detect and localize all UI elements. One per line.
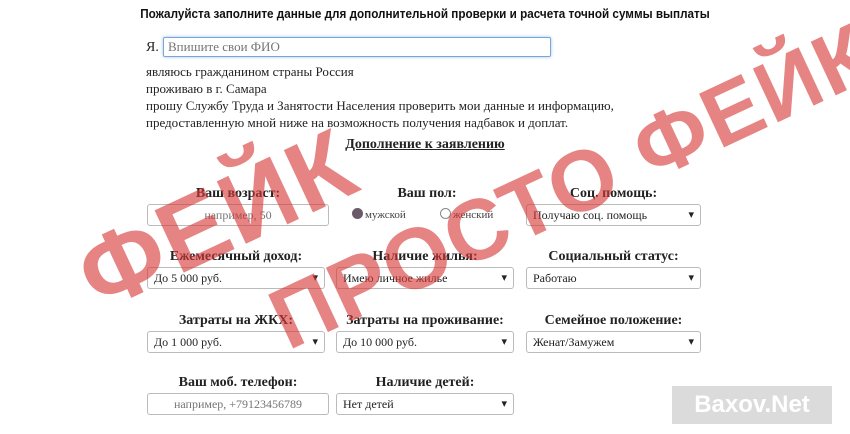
age-label: Ваш возраст: [195, 186, 281, 201]
housing-label: Наличие жилья: [372, 249, 478, 264]
living-costs-select[interactable]: До 10 000 руб. [336, 331, 514, 353]
citizen-text: являюсь гражданином страны [146, 64, 313, 79]
residence-line: проживаю в г. Самара [146, 80, 267, 97]
social-help-label: Соц. помощь: [569, 186, 658, 201]
living-costs-value: До 10 000 руб. [343, 335, 417, 349]
social-help-select[interactable]: Получаю соц. помощь [526, 204, 701, 226]
gender-radio-male[interactable]: мужской [352, 208, 406, 221]
phone-label: Ваш моб. телефон: [178, 375, 298, 390]
utility-costs-select[interactable]: До 1 000 руб. [147, 331, 325, 353]
radio-empty-icon [440, 208, 451, 219]
children-label: Наличие детей: [375, 375, 475, 390]
children-select[interactable]: Нет детей [336, 393, 514, 415]
utility-costs-label: Затраты на ЖКХ: [178, 313, 294, 328]
request-line-1: прошу Службу Труда и Занятости Населения… [146, 98, 614, 113]
monthly-income-value: До 5 000 руб. [154, 271, 222, 285]
social-help-value: Получаю соц. помощь [533, 208, 648, 222]
social-status-value: Работаю [533, 271, 577, 285]
social-status-label: Социальный статус: [548, 249, 679, 264]
living-costs-label: Затраты на проживание: [346, 313, 504, 328]
city-value: Самара [226, 81, 267, 96]
site-watermark: Baxov.Net [672, 386, 832, 424]
family-status-select[interactable]: Женат/Замужем [526, 331, 701, 353]
utility-costs-value: До 1 000 руб. [154, 335, 222, 349]
radio-selected-icon [352, 208, 363, 219]
housing-select[interactable]: Имею личное жилье [336, 267, 514, 289]
monthly-income-label: Ежемесячный доход: [169, 249, 303, 264]
gender-label: Ваш пол: [397, 186, 457, 201]
residence-text: проживаю в г. [146, 81, 223, 96]
country-value: Россия [315, 64, 354, 79]
ya-label: Я. [146, 40, 159, 55]
family-status-value: Женат/Замужем [533, 335, 615, 349]
gender-female-label: женский [453, 209, 494, 221]
gender-male-label: мужской [365, 209, 406, 221]
family-status-label: Семейное положение: [544, 313, 683, 328]
social-status-select[interactable]: Работаю [526, 267, 701, 289]
gender-radio-female[interactable]: женский [440, 208, 493, 221]
phone-input[interactable] [147, 393, 329, 415]
page-header: Пожалуйста заполните данные для дополнит… [140, 6, 710, 21]
full-name-input[interactable] [163, 37, 551, 57]
request-line-2: предоставленную мной ниже на возможность… [146, 115, 569, 130]
children-value: Нет детей [343, 397, 394, 411]
housing-value: Имею личное жилье [343, 271, 448, 285]
citizenship-line: являюсь гражданином страны Россия [146, 63, 354, 80]
monthly-income-select[interactable]: До 5 000 руб. [147, 267, 325, 289]
age-input[interactable] [147, 204, 329, 226]
section-title: Дополнение к заявлению [345, 137, 505, 152]
